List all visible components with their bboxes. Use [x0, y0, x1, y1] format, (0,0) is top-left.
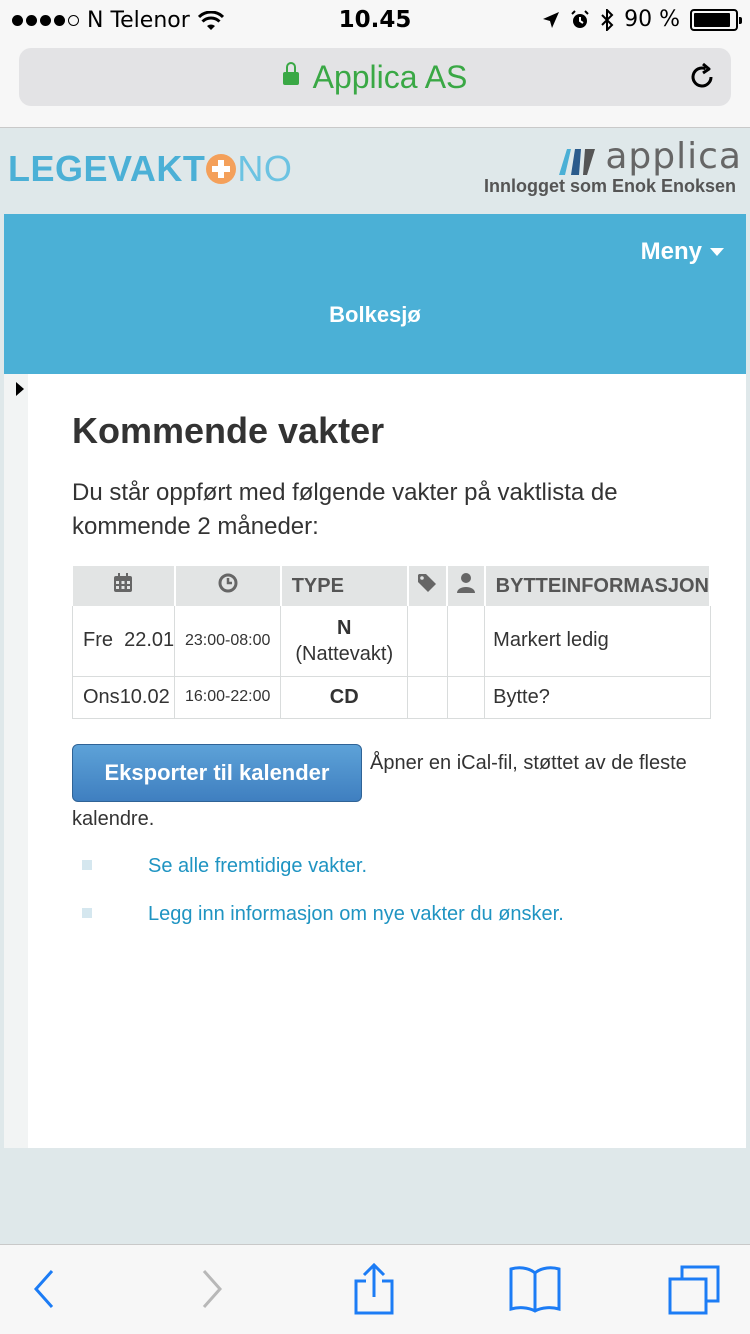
- bluetooth-icon: [601, 8, 614, 31]
- site-banner: Meny Bolkesjø: [4, 214, 746, 374]
- legevakt-logo[interactable]: LEGEVAKT NO: [8, 148, 292, 190]
- lock-icon: [282, 62, 299, 90]
- shifts-table: TYPE BYTTEINFORMASJON Fre 22.01 23:00-08…: [71, 566, 712, 719]
- shift-date: 10.02: [119, 685, 170, 708]
- tag-column-header: [407, 566, 449, 606]
- tabs-icon[interactable]: [668, 1265, 720, 1315]
- shift-tag-cell: [407, 676, 448, 719]
- intro-text: Du står oppført med følgende vakter på v…: [72, 479, 618, 540]
- address-bar-content: Applica AS: [282, 58, 468, 96]
- shift-weekday: Ons: [83, 685, 120, 708]
- caret-down-icon: [710, 248, 724, 256]
- side-panel-toggle[interactable]: [4, 374, 28, 1148]
- list-item: Legg inn informasjon om nye vakter du øn…: [82, 902, 564, 950]
- shift-person-cell: [446, 676, 486, 719]
- shift-time-cell: 16:00-22:00: [174, 676, 282, 719]
- bullet-icon: [82, 860, 92, 870]
- web-page: LEGEVAKT NO applica Innlogget som Enok E…: [0, 128, 750, 1244]
- export-section: Eksporter til kalender Åpner en iCal-fil…: [72, 744, 712, 802]
- shift-weekday: Fre: [83, 629, 113, 652]
- shift-tag-cell: [407, 606, 448, 677]
- shift-type-code: N: [337, 616, 352, 639]
- share-icon[interactable]: [352, 1263, 396, 1315]
- table-header-row: TYPE BYTTEINFORMASJON: [72, 566, 712, 606]
- shift-person-cell: [446, 606, 486, 677]
- calendar-icon: [114, 573, 133, 592]
- type-column-header: TYPE: [280, 566, 409, 606]
- applica-mark-icon: [559, 149, 596, 175]
- logo-suffix-text: NO: [237, 148, 293, 189]
- address-bar[interactable]: Applica AS: [19, 48, 731, 106]
- user-icon: [456, 573, 475, 593]
- applica-logo-text: applica: [605, 136, 742, 177]
- marked-free-link[interactable]: Markert ledig: [493, 629, 609, 651]
- bullet-icon: [82, 908, 92, 918]
- location-name: Bolkesjø: [329, 302, 421, 327]
- back-icon[interactable]: [30, 1267, 58, 1311]
- battery-percent: 90 %: [624, 7, 680, 32]
- tag-icon: [418, 574, 437, 592]
- shift-type-cell: N (Nattevakt): [280, 606, 409, 677]
- all-future-shifts-link[interactable]: Se alle fremtidige vakter.: [148, 855, 367, 877]
- logged-in-label: Innlogget som Enok Enoksen: [483, 176, 736, 196]
- list-item: Se alle fremtidige vakter.: [82, 854, 564, 902]
- reload-icon[interactable]: [687, 62, 717, 92]
- page-title: Kommende vakter: [72, 410, 385, 451]
- browser-toolbar: [0, 1244, 750, 1334]
- swap-info-column-header: BYTTEINFORMASJON: [484, 566, 712, 606]
- swap-link-cell: Bytte?: [484, 676, 711, 719]
- expand-arrow-icon: [16, 382, 24, 396]
- shift-type-cell: CD: [280, 676, 409, 719]
- swap-link[interactable]: Bytte?: [493, 686, 550, 708]
- shift-type-code: CD: [329, 686, 359, 708]
- browser-address-area: Applica AS: [0, 40, 750, 128]
- shift-type-name: (Nattevakt): [295, 642, 394, 665]
- logo-main-text: LEGEVAKT: [8, 148, 206, 189]
- date-column-header: [72, 566, 176, 606]
- menu-button[interactable]: Meny: [641, 238, 724, 266]
- time-column-header: [174, 566, 282, 606]
- swap-link-cell: Markert ledig: [484, 606, 711, 677]
- export-calendar-button[interactable]: Eksporter til kalender: [72, 744, 362, 802]
- site-title: Applica AS: [312, 58, 468, 95]
- shift-date-cell: Ons10.02: [71, 676, 176, 719]
- site-header: LEGEVAKT NO applica Innlogget som Enok E…: [0, 128, 750, 214]
- shift-time-cell: 23:00-08:00: [174, 606, 282, 677]
- menu-label: Meny: [640, 238, 702, 265]
- status-bar: N Telenor 10.45 90 %: [0, 0, 750, 40]
- clock-icon: [218, 573, 238, 593]
- forward-icon[interactable]: [198, 1267, 226, 1311]
- bookmarks-icon[interactable]: [508, 1265, 562, 1313]
- status-right: 90 %: [542, 7, 742, 32]
- export-description-continued: kalendre.: [72, 808, 155, 830]
- shift-date: 22.01: [124, 629, 175, 652]
- add-shift-wishes-link[interactable]: Legg inn informasjon om nye vakter du øn…: [148, 903, 564, 925]
- action-links: Se alle fremtidige vakter. Legg inn info…: [82, 854, 564, 950]
- applica-logo: applica: [557, 136, 742, 177]
- table-row: Fre 22.01 23:00-08:00 N (Nattevakt) Mark…: [71, 606, 711, 677]
- alarm-icon: [571, 9, 589, 28]
- battery-icon: [690, 8, 742, 31]
- medical-cross-icon: [206, 154, 237, 184]
- person-column-header: [447, 566, 486, 606]
- shift-date-cell: Fre 22.01: [71, 606, 176, 677]
- location-arrow-icon: [543, 11, 560, 28]
- main-content: Kommende vakter Du står oppført med følg…: [4, 374, 746, 1148]
- table-row: Ons10.02 16:00-22:00 CD Bytte?: [71, 676, 711, 719]
